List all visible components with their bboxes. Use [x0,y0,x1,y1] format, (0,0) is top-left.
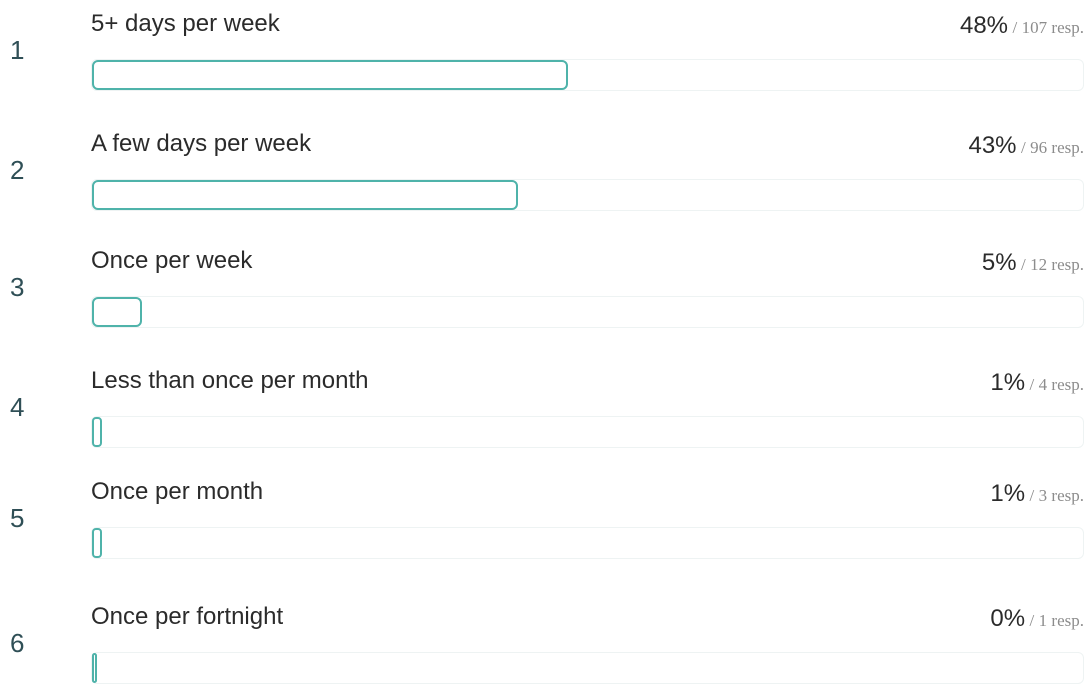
answer-separator: / [1020,255,1026,274]
answer-bar-fill [92,297,142,327]
answer-percent: 5% [981,249,1017,276]
answer-responses: 12 resp. [1030,255,1084,274]
answer-bar-fill [92,528,102,558]
answer-responses: 96 resp. [1030,138,1084,157]
answer-rank: 5 [10,503,25,533]
answer-label: Once per fortnight [91,603,284,630]
answer-bar-track [91,296,1084,328]
answer-responses: 4 resp. [1038,375,1084,394]
answer-responses: 107 resp. [1021,18,1084,37]
answer-responses: 3 resp. [1038,486,1084,505]
answer-rank: 3 [10,272,25,302]
answer-rank: 2 [10,155,25,185]
answer-separator: / [1029,486,1035,505]
answer-percent: 0% [990,605,1026,632]
answer-percent: 1% [990,369,1026,396]
answer-stats: 0% / 1 resp. [990,607,1084,631]
answer-bar-track [91,416,1084,448]
answer-separator: / [1029,611,1035,630]
answer-rank: 6 [10,628,25,658]
answer-bar-fill [92,60,568,90]
answer-percent: 48% [959,12,1009,39]
answer-label: Once per week [91,247,253,274]
answer-rank: 1 [10,35,25,65]
answer-percent: 43% [968,132,1017,159]
answer-bar-track [91,179,1084,211]
answer-label: A few days per week [91,130,312,157]
answer-bar-fill [92,417,102,447]
answer-rank: 4 [10,392,25,422]
answer-separator: / [1020,138,1026,157]
answer-bar-track [91,59,1084,91]
answer-label: Once per month [91,478,264,505]
answer-stats: 1% / 3 resp. [990,482,1084,506]
answer-responses: 1 resp. [1038,611,1084,630]
answer-bar-fill [92,180,518,210]
answer-bar-track [91,652,1084,684]
answer-stats: 43% / 96 resp. [968,134,1084,158]
answer-separator: / [1012,18,1018,37]
answer-stats: 5% / 12 resp. [982,251,1084,275]
answer-label: Less than once per month [91,367,369,394]
answer-percent: 1% [990,480,1026,507]
answer-separator: / [1029,375,1035,394]
answer-stats: 48% / 107 resp. [960,14,1084,38]
answer-stats: 1% / 4 resp. [990,371,1084,395]
answer-label: 5+ days per week [91,10,280,37]
answer-bar-track [91,527,1084,559]
